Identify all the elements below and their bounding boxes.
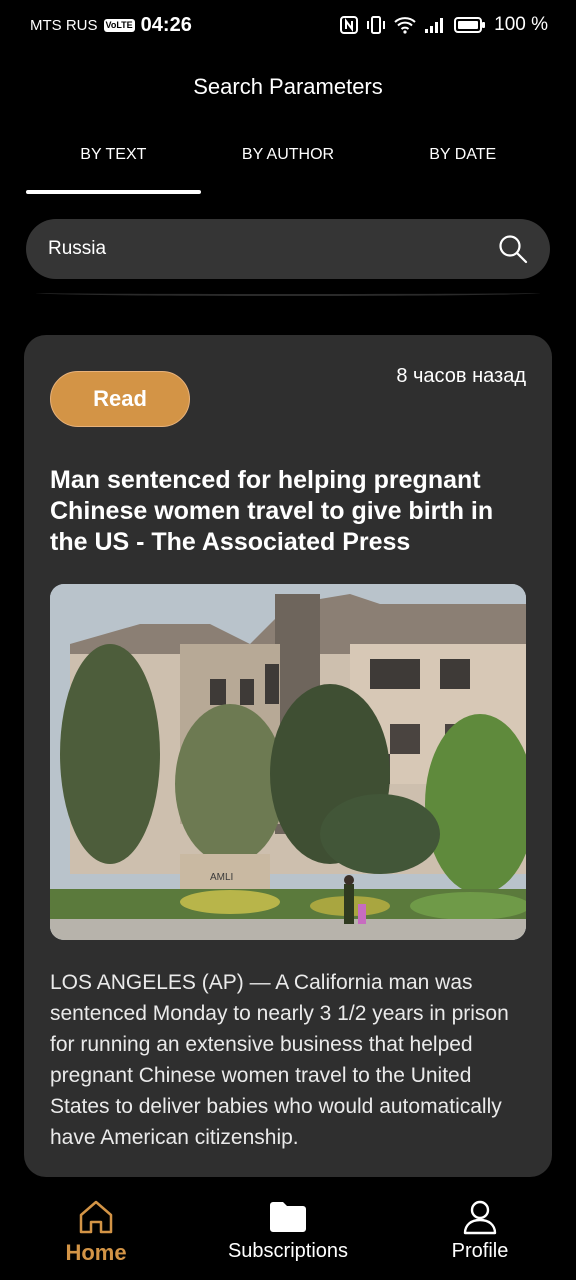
page-title: Search Parameters [193,74,383,99]
search-tabs: BY TEXT BY AUTHOR BY DATE [26,140,550,194]
nav-label-subscriptions: Subscriptions [227,1240,349,1262]
status-right: 100 % [340,14,548,36]
read-button[interactable]: Read [50,371,190,427]
battery-percent: 100 % [494,14,548,35]
article-photo: AMLI [50,584,526,940]
nav-item-subscriptions[interactable]: Subscriptions [192,1184,384,1280]
nfc-icon [340,16,359,34]
tab-by-date[interactable]: BY DATE [375,140,550,194]
list-divider [36,290,540,296]
folder-icon [270,1202,306,1232]
vibrate-icon [367,16,386,34]
nav-label-profile: Profile [451,1240,509,1262]
nav-item-home[interactable]: Home [0,1184,192,1280]
article-timestamp: 8 часов назад [396,365,526,387]
article-title[interactable]: Man sentenced for helping pregnant Chine… [50,465,526,558]
home-icon [79,1200,113,1234]
nav-label-home: Home [65,1240,127,1265]
article-summary: LOS ANGELES (AP) — A California man was … [50,971,509,1149]
signal-icon [425,18,444,33]
volte-badge: VoLTE [103,18,135,32]
battery-icon [454,17,486,33]
status-left: MTS RUS VoLTE 04:26 [30,14,192,37]
search-icon[interactable] [498,234,528,264]
search-input[interactable]: Russia [48,238,106,260]
wifi-icon [394,17,416,34]
article-card[interactable]: Read 8 часов назад Man sentenced for hel… [24,335,552,1177]
article-image[interactable]: AMLI [50,584,526,940]
search-bar[interactable]: Russia [26,219,550,279]
tab-by-author[interactable]: BY AUTHOR [201,140,376,194]
bottom-nav: Home Subscriptions Profile [0,1184,576,1280]
nav-item-profile[interactable]: Profile [384,1184,576,1280]
carrier-name: MTS RUS [30,16,98,34]
status-time: 04:26 [140,13,192,36]
user-icon [463,1200,497,1235]
tab-by-text[interactable]: BY TEXT [26,140,201,194]
sign-text: AMLI [210,872,233,883]
status-bar: MTS RUS VoLTE 04:26 100 % [0,0,576,50]
